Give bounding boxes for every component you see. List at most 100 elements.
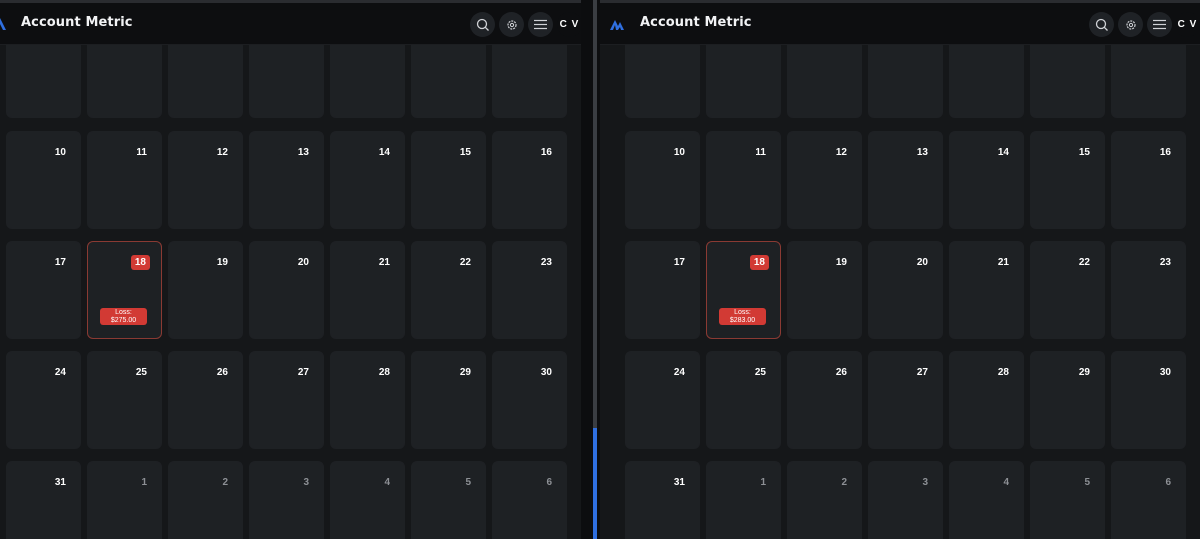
calendar-day[interactable] [868,40,943,118]
calendar-day[interactable] [787,40,862,118]
calendar-day[interactable]: 28 [330,351,405,449]
calendar-day[interactable]: 6 [492,461,567,539]
day-number: 27 [297,367,309,378]
calendar-day[interactable]: 14 [949,131,1024,229]
calendar-day[interactable]: 28 [949,351,1024,449]
day-number: 21 [378,257,390,268]
calendar-day[interactable] [330,40,405,118]
calendar-day[interactable] [1030,40,1105,118]
calendar-day[interactable]: 16 [492,131,567,229]
logo-icon [0,18,6,30]
calendar-day[interactable]: 16 [1111,131,1186,229]
calendar-day[interactable] [1111,40,1186,118]
day-number: 18 [130,255,150,270]
calendar-day[interactable]: 23 [492,241,567,339]
calendar-day[interactable]: 10 [6,131,81,229]
calendar-day[interactable]: 30 [1111,351,1186,449]
day-number: 24 [54,367,66,378]
calendar-day[interactable]: 24 [6,351,81,449]
calendar-day[interactable] [706,40,781,118]
calendar-day[interactable] [168,40,243,118]
menu-button[interactable] [528,12,553,37]
calendar-day[interactable] [949,40,1024,118]
search-icon [476,18,489,31]
top-bar: Account Metric C V [600,3,1200,45]
calendar-day[interactable]: 3 [868,461,943,539]
calendar-day[interactable]: 1 [87,461,162,539]
calendar-day[interactable]: 30 [492,351,567,449]
day-number: 6 [1165,477,1171,488]
calendar-day[interactable]: 17 [6,241,81,339]
calendar-day[interactable]: 26 [168,351,243,449]
calendar-day[interactable]: 13 [249,131,324,229]
calendar-day[interactable]: 20 [868,241,943,339]
calendar-day[interactable]: 6 [1111,461,1186,539]
calendar-day[interactable]: 22 [411,241,486,339]
calendar-day[interactable]: 12 [168,131,243,229]
calendar-day[interactable]: 15 [1030,131,1105,229]
search-button[interactable] [470,12,495,37]
calendar-day-today[interactable]: 18 Loss: $283.00 [706,241,781,339]
calendar-day[interactable]: 11 [87,131,162,229]
calendar-day[interactable]: 5 [1030,461,1105,539]
user-avatar[interactable]: C V [557,12,581,37]
calendar-day[interactable] [411,40,486,118]
calendar-day[interactable]: 29 [1030,351,1105,449]
settings-button[interactable] [1118,12,1143,37]
settings-button[interactable] [499,12,524,37]
day-number: 4 [384,477,390,488]
calendar-day[interactable]: 21 [330,241,405,339]
calendar-day[interactable]: 22 [1030,241,1105,339]
calendar-day[interactable] [492,40,567,118]
day-number: 22 [459,257,471,268]
day-number: 19 [835,257,847,268]
calendar-day[interactable]: 21 [949,241,1024,339]
calendar-day[interactable]: 25 [87,351,162,449]
calendar-day[interactable]: 29 [411,351,486,449]
calendar-day[interactable]: 1 [706,461,781,539]
calendar-day[interactable]: 20 [249,241,324,339]
calendar-window-left: 10 11 12 13 14 15 16 17 18 Loss: $275.00 19 20 21 22 23… [0,0,581,539]
day-number: 2 [841,477,847,488]
calendar-day[interactable]: 26 [787,351,862,449]
calendar-day[interactable] [6,40,81,118]
scrollbar-thumb[interactable] [593,428,597,539]
calendar-day[interactable]: 19 [168,241,243,339]
day-number: 21 [997,257,1009,268]
calendar-day[interactable]: 5 [411,461,486,539]
day-number: 31 [54,477,66,488]
calendar-day[interactable]: 11 [706,131,781,229]
menu-button[interactable] [1147,12,1172,37]
calendar-day[interactable]: 19 [787,241,862,339]
calendar-day[interactable]: 24 [625,351,700,449]
day-number: 10 [54,147,66,158]
day-number: 18 [749,255,769,270]
calendar-day[interactable]: 17 [625,241,700,339]
calendar-day[interactable]: 2 [787,461,862,539]
calendar-day[interactable]: 2 [168,461,243,539]
calendar-day[interactable]: 31 [6,461,81,539]
calendar-day[interactable] [87,40,162,118]
calendar-day[interactable]: 27 [249,351,324,449]
day-number: 28 [378,367,390,378]
loss-label: Loss: [734,309,751,316]
calendar-day[interactable]: 27 [868,351,943,449]
calendar-day[interactable]: 31 [625,461,700,539]
calendar-day[interactable]: 4 [330,461,405,539]
window-divider [581,0,600,539]
day-number: 22 [1078,257,1090,268]
calendar-day[interactable] [625,40,700,118]
calendar-day[interactable]: 25 [706,351,781,449]
calendar-day[interactable]: 23 [1111,241,1186,339]
calendar-day[interactable]: 10 [625,131,700,229]
calendar-day[interactable] [249,40,324,118]
calendar-day-today[interactable]: 18 Loss: $275.00 [87,241,162,339]
calendar-day[interactable]: 15 [411,131,486,229]
calendar-day[interactable]: 13 [868,131,943,229]
search-button[interactable] [1089,12,1114,37]
calendar-day[interactable]: 12 [787,131,862,229]
user-avatar[interactable]: C V [1175,12,1200,37]
calendar-day[interactable]: 4 [949,461,1024,539]
calendar-day[interactable]: 3 [249,461,324,539]
calendar-day[interactable]: 14 [330,131,405,229]
